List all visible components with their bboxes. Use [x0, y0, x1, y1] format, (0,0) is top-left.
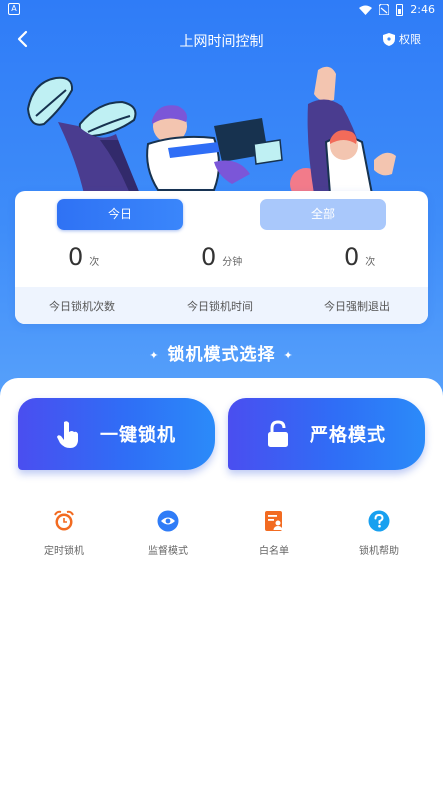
padlock-icon — [268, 420, 288, 447]
hand-pointer-icon — [57, 421, 78, 448]
lock-time-value: 0 — [201, 243, 217, 271]
mode-panel: 一键锁机 严格模式 定时锁机 监督模式 白名单 锁机帮助 — [0, 378, 443, 789]
top-navigation: 上网时间控制 权限 — [0, 26, 443, 54]
lock-help-label: 锁机帮助 — [359, 546, 399, 557]
sparkle-right-icon: ✦ — [283, 348, 294, 362]
stat-labels-bar: 今日锁机次数 今日锁机时间 今日强制退出 — [15, 287, 428, 324]
supervision-mode-item[interactable]: 监督模式 — [123, 510, 213, 557]
sneaker-left-icon — [26, 76, 74, 126]
one-click-lock-label: 一键锁机 — [100, 425, 176, 446]
force-exit-label: 今日强制退出 — [324, 300, 390, 313]
lock-count-value: 0 — [68, 243, 84, 271]
stats-card: 今日 全部 0 次 0 分钟 0 次 今日锁机次数 今日锁机时间 今日强制退出 — [15, 191, 428, 324]
eye-icon — [157, 510, 179, 532]
strict-mode-label: 严格模式 — [310, 425, 386, 446]
no-sim-icon — [379, 4, 390, 15]
lock-count-stat: 0 次 — [68, 243, 99, 271]
tab-all[interactable]: 全部 — [260, 199, 386, 230]
tab-today[interactable]: 今日 — [57, 199, 183, 230]
wifi-icon — [359, 5, 373, 15]
supervision-mode-label: 监督模式 — [148, 546, 188, 557]
sneaker-right-icon — [78, 100, 137, 138]
force-exit-unit: 次 — [365, 257, 376, 268]
clock: 2:46 — [410, 3, 435, 16]
lock-time-label: 今日锁机时间 — [187, 300, 253, 313]
hero-illustration — [26, 66, 396, 194]
whitelist-item[interactable]: 白名单 — [229, 510, 319, 557]
scheduled-lock-label: 定时锁机 — [44, 546, 84, 557]
permission-label: 权限 — [399, 33, 421, 46]
lock-help-item[interactable]: 锁机帮助 — [334, 510, 424, 557]
lock-time-stat: 0 分钟 — [201, 243, 242, 271]
force-exit-stat: 0 次 — [344, 243, 375, 271]
lock-count-unit: 次 — [89, 257, 100, 268]
lock-time-unit: 分钟 — [222, 257, 243, 268]
shield-icon — [383, 32, 395, 46]
permission-button[interactable]: 权限 — [383, 31, 421, 47]
question-icon — [368, 510, 390, 532]
lock-count-label: 今日锁机次数 — [49, 300, 115, 313]
notification-icon: A — [8, 3, 20, 15]
section-title: ✦ 锁机模式选择 ✦ — [0, 340, 443, 365]
document-person-icon — [265, 511, 283, 531]
section-title-text: 锁机模式选择 — [167, 345, 276, 365]
page-title: 上网时间控制 — [179, 34, 264, 50]
force-exit-value: 0 — [344, 243, 360, 271]
scheduled-lock-item[interactable]: 定时锁机 — [19, 510, 109, 557]
status-bar: A 2:46 — [0, 0, 443, 20]
strict-mode-button[interactable]: 严格模式 — [228, 398, 425, 470]
one-click-lock-button[interactable]: 一键锁机 — [18, 398, 215, 470]
alarm-clock-icon — [54, 510, 74, 531]
battery-icon — [396, 3, 404, 16]
sparkle-left-icon: ✦ — [149, 348, 160, 362]
whitelist-label: 白名单 — [259, 546, 289, 557]
